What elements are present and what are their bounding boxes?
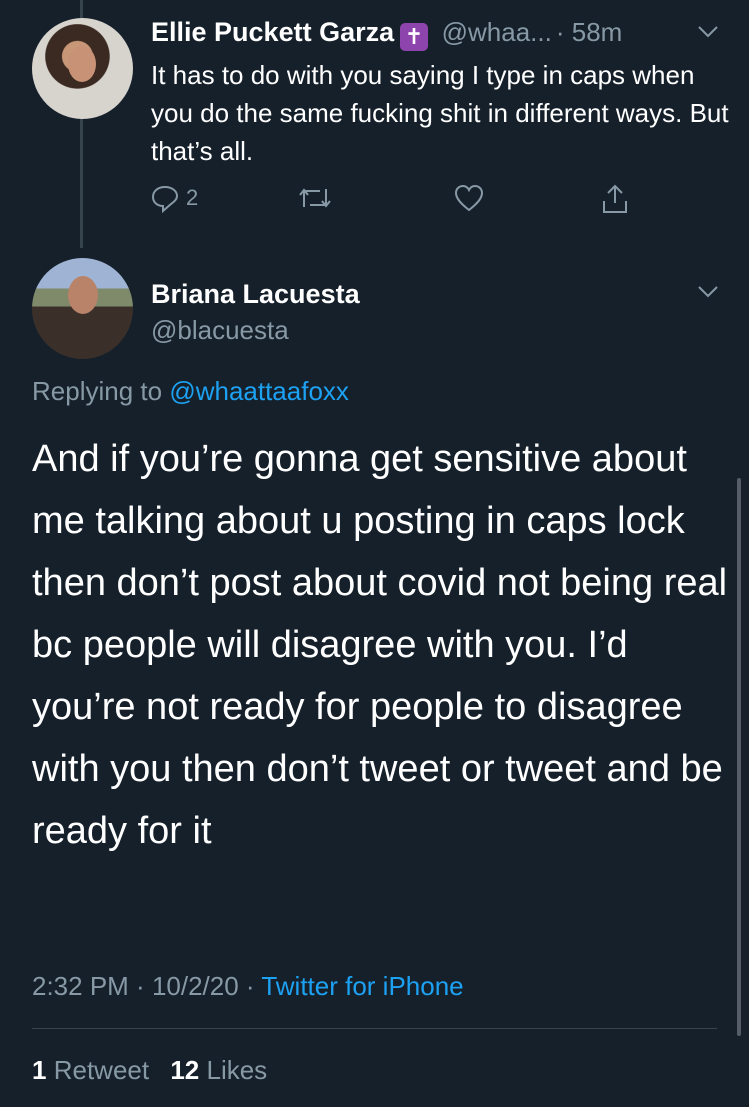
reply-button[interactable]: 2 <box>150 183 198 218</box>
tweet-time[interactable]: · 58m <box>556 17 622 47</box>
scrollbar[interactable] <box>737 478 741 1036</box>
chevron-down-icon[interactable] <box>696 24 720 45</box>
heart-icon <box>454 184 484 212</box>
tweet-stats: 1 Retweet 12 Likes <box>32 1052 267 1088</box>
chevron-down-icon[interactable] <box>696 284 720 305</box>
like-count: 12 <box>170 1055 200 1085</box>
like-button[interactable] <box>454 184 484 217</box>
retweet-button[interactable] <box>298 185 332 216</box>
retweet-label: Retweet <box>53 1055 150 1085</box>
tweet-actions: 2 <box>150 183 640 219</box>
retweets-stat[interactable]: 1 Retweet <box>32 1055 149 1085</box>
author-name[interactable]: Briana Lacuesta <box>151 277 360 311</box>
replying-handle-link[interactable]: @whaattaafoxx <box>169 376 349 406</box>
tweet-time: 2:32 PM <box>32 971 129 1001</box>
retweet-count: 1 <box>32 1055 47 1085</box>
author-name[interactable]: Ellie Puckett Garza ✝ @whaa... · 58m <box>151 14 622 51</box>
author-handle[interactable]: @whaa... <box>442 17 552 47</box>
tweet-date: 10/2/20 <box>151 971 239 1001</box>
author-name-text[interactable]: Ellie Puckett Garza <box>151 17 394 47</box>
author-handle[interactable]: @blacuesta <box>151 313 289 347</box>
replying-prefix: Replying to <box>32 376 163 406</box>
tweet-meta: 2:32 PM · 10/2/20 · Twitter for iPhone <box>32 971 464 1001</box>
tweet-text: It has to do with you saying I type in c… <box>151 60 729 166</box>
replying-to: Replying to @whaattaafoxx <box>32 373 349 409</box>
avatar[interactable] <box>32 258 133 359</box>
reply-count: 2 <box>186 185 199 210</box>
cross-icon: ✝ <box>400 23 429 51</box>
tweet-text: And if you’re gonna get sensitive about … <box>32 438 728 852</box>
share-icon <box>603 184 627 213</box>
likes-stat[interactable]: 12 Likes <box>170 1055 267 1085</box>
avatar[interactable] <box>32 18 133 119</box>
like-label: Likes <box>206 1055 268 1085</box>
divider <box>32 1028 717 1029</box>
share-button[interactable] <box>600 183 630 220</box>
reply-icon <box>151 185 179 214</box>
retweet-icon <box>299 188 331 208</box>
tweet-source-link[interactable]: Twitter for iPhone <box>261 971 463 1001</box>
